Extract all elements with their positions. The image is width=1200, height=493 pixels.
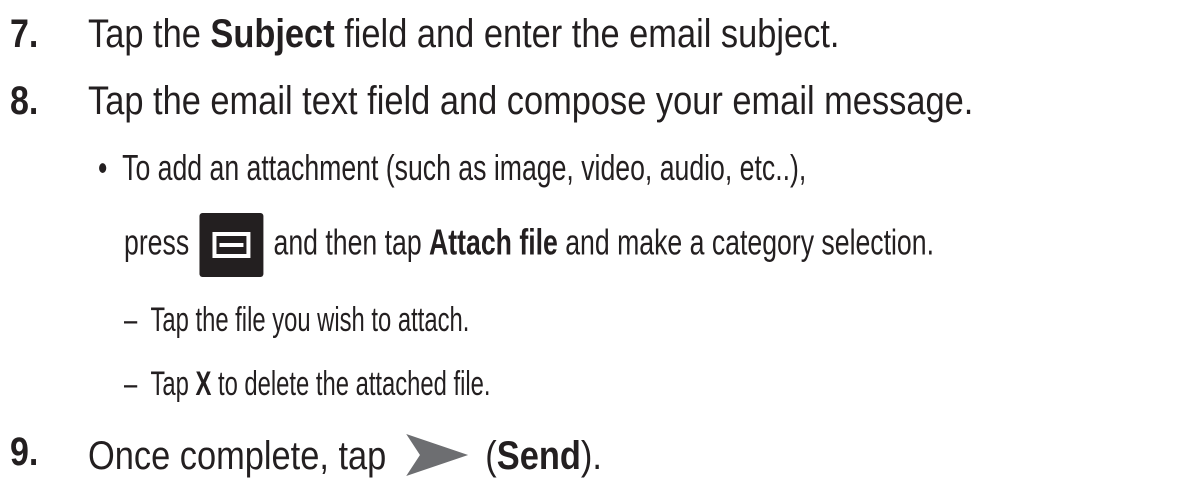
send-arrow-svg <box>406 434 469 476</box>
bullet-line-2: press and then tap Attach file and make … <box>124 213 934 277</box>
bullet-press: press <box>124 221 197 263</box>
bullet-and-then: and then tap <box>266 221 430 263</box>
subitem-2-pre: Tap <box>150 365 196 403</box>
bullet-line-1: • To add an attachment (such as image, v… <box>98 150 806 186</box>
subitem-1: – Tap the file you wish to attach. <box>124 303 469 337</box>
bullet-text-1: To add an attachment (such as image, vid… <box>122 147 807 188</box>
menu-key-bar <box>219 243 244 247</box>
bullet-attach-file: Attach file <box>429 221 558 263</box>
bullet-post: and make a category selection. <box>557 221 934 263</box>
step-9-paren-open: ( <box>485 434 497 479</box>
step-9-post: ). <box>580 434 602 479</box>
step-9-text: Once complete, tap (Send). <box>88 432 602 485</box>
menu-key-icon <box>199 213 264 277</box>
subitem-1-text: Tap the file you wish to attach. <box>150 301 470 339</box>
subitem-2-bold: X <box>195 365 212 403</box>
subitem-2-post: to delete the attached file. <box>211 365 491 403</box>
step-8-number: 8. <box>10 79 39 123</box>
subitem-1-dash: – <box>124 301 138 339</box>
step-8-text: Tap the email text field and compose you… <box>88 79 974 123</box>
subitem-2-dash: – <box>124 365 138 403</box>
step-9-pre: Once complete, tap <box>88 434 396 479</box>
step-7-pre: Tap the <box>88 12 211 56</box>
step-7-number: 7. <box>10 12 39 56</box>
subitem-2: – Tap X to delete the attached file. <box>124 367 491 401</box>
step-9-bold: Send <box>496 434 581 479</box>
step-7-bold: Subject <box>210 12 335 56</box>
step-7-post: field and enter the email subject. <box>334 12 840 56</box>
send-arrow-shape <box>406 434 469 476</box>
step-7-text: Tap the Subject field and enter the emai… <box>88 14 839 54</box>
send-arrow-icon <box>404 432 469 485</box>
step-9-number: 9. <box>10 430 39 474</box>
bullet-symbol: • <box>98 147 108 188</box>
